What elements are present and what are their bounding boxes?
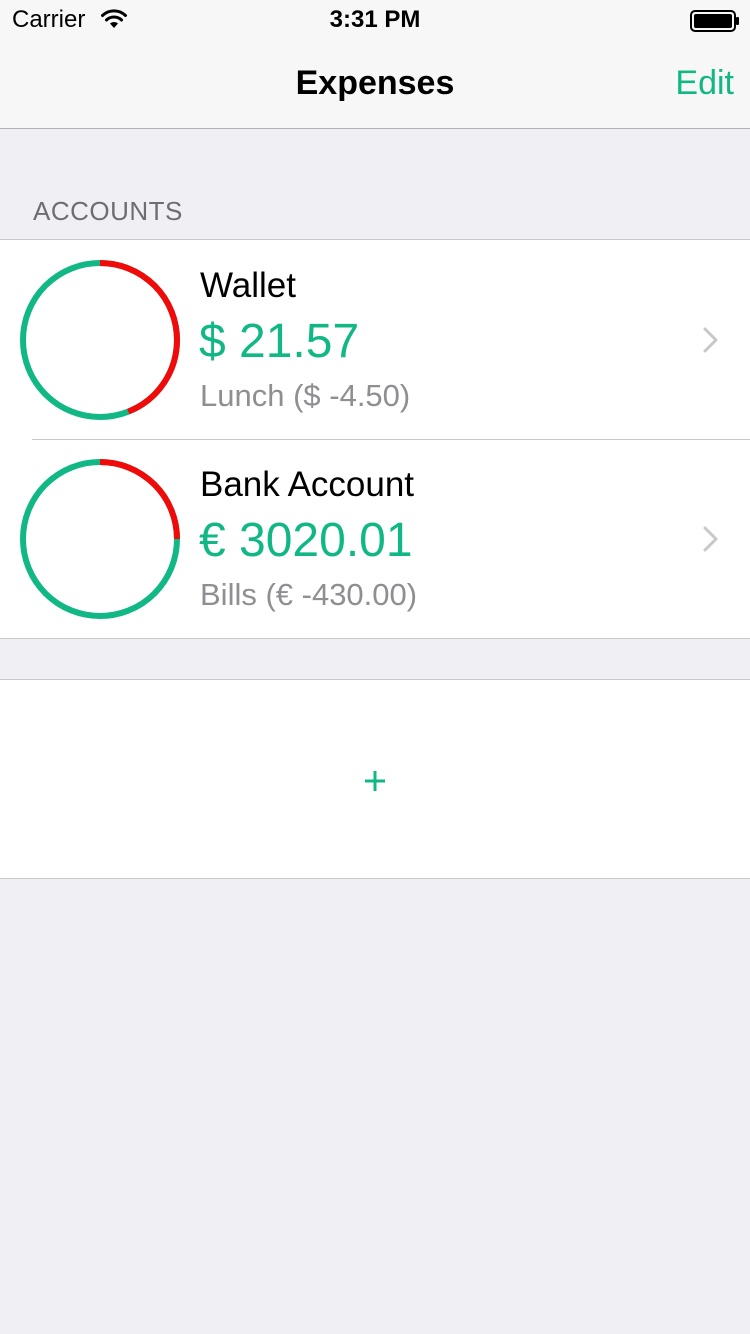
accounts-list: Wallet $ 21.57 Lunch ($ -4.50) Bank Acco… — [0, 239, 750, 639]
spending-ring-icon — [20, 260, 180, 420]
spending-ring-icon — [20, 459, 180, 619]
account-balance: € 3020.01 — [199, 514, 413, 567]
plus-icon — [365, 771, 385, 791]
status-bar: Carrier 3:31 PM — [0, 0, 750, 40]
add-account-button[interactable] — [0, 680, 750, 878]
account-row-wallet[interactable]: Wallet $ 21.57 Lunch ($ -4.50) — [0, 240, 750, 439]
account-row-bank-account[interactable]: Bank Account € 3020.01 Bills (€ -430.00) — [0, 439, 750, 638]
chevron-right-icon — [703, 526, 718, 552]
account-balance: $ 21.57 — [199, 315, 360, 368]
add-account-section — [0, 679, 750, 879]
status-time: 3:31 PM — [329, 6, 421, 33]
last-transaction: Bills (€ -430.00) — [200, 577, 418, 612]
account-name: Bank Account — [200, 465, 415, 504]
page-title: Expenses — [295, 64, 455, 102]
edit-button[interactable]: Edit — [675, 64, 734, 103]
accounts-section-header: ACCOUNTS — [33, 196, 183, 226]
navigation-bar: Expenses Edit — [0, 40, 750, 129]
battery-icon — [690, 10, 739, 32]
last-transaction: Lunch ($ -4.50) — [200, 378, 411, 413]
account-name: Wallet — [200, 266, 296, 305]
chevron-right-icon — [703, 327, 718, 353]
